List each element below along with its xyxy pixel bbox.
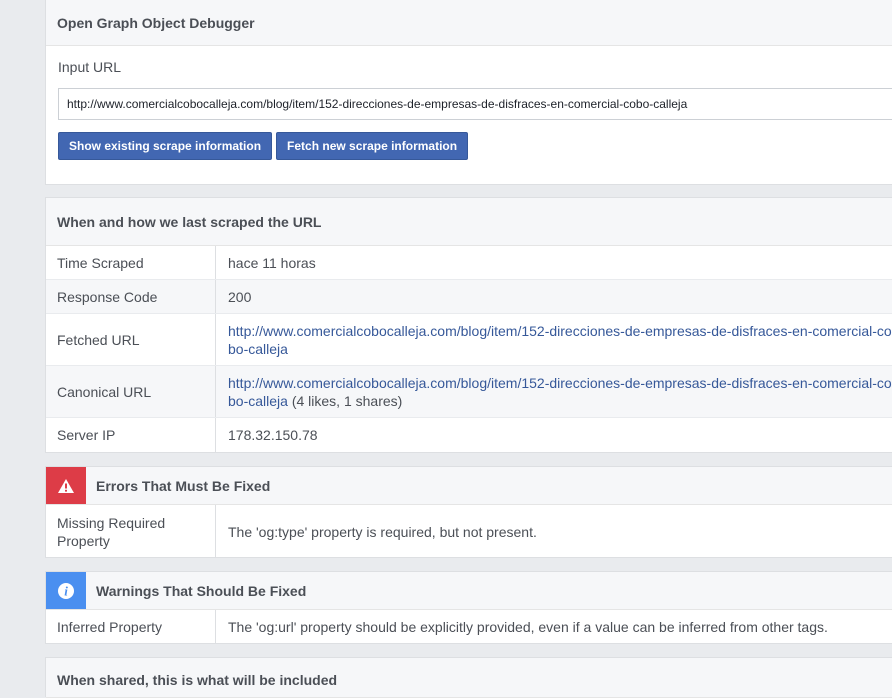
row-value: hace 11 horas xyxy=(228,254,316,271)
warnings-header: i Warnings That Should Be Fixed xyxy=(46,572,892,610)
row-label: Canonical URL xyxy=(46,366,216,417)
button-row: Show existing scrape information Fetch n… xyxy=(58,132,892,160)
svg-text:i: i xyxy=(64,583,68,598)
row-label: Fetched URL xyxy=(46,314,216,365)
main-column: Open Graph Object Debugger Input URL Sho… xyxy=(45,0,892,698)
row-value: The 'og:url' property should be explicit… xyxy=(228,619,828,635)
fetch-new-scrape-button[interactable]: Fetch new scrape information xyxy=(276,132,469,160)
row-label: Response Code xyxy=(46,280,216,313)
input-url-label: Input URL xyxy=(58,59,122,75)
row-value: http://www.comercialcobocalleja.com/blog… xyxy=(216,366,892,417)
shared-preview-title: When shared, this is what will be includ… xyxy=(46,658,892,698)
canonical-url-stats: (4 likes, 1 shares) xyxy=(287,392,403,409)
errors-title: Errors That Must Be Fixed xyxy=(96,477,271,494)
table-row-fetched-url: Fetched URL http://www.comercialcobocall… xyxy=(46,314,892,366)
table-row-canonical-url: Canonical URL http://www.comercialcoboca… xyxy=(46,366,892,418)
row-value: 178.32.150.78 xyxy=(228,427,318,443)
scrape-info-panel: When and how we last scraped the URL Tim… xyxy=(45,197,892,453)
debugger-panel: Open Graph Object Debugger Input URL Sho… xyxy=(45,0,892,185)
table-row-missing-property: Missing Required Property The 'og:type' … xyxy=(46,505,892,558)
table-row-response-code: Response Code 200 xyxy=(46,280,892,314)
row-label: Server IP xyxy=(46,418,216,452)
row-label: Missing Required Property xyxy=(46,505,216,558)
row-label: Inferred Property xyxy=(46,610,216,644)
info-icon: i xyxy=(46,572,86,609)
scrape-info-title: When and how we last scraped the URL xyxy=(46,198,892,246)
url-input[interactable] xyxy=(58,88,892,120)
table-row-time-scraped: Time Scraped hace 11 horas xyxy=(46,246,892,280)
fetched-url-link[interactable]: http://www.comercialcobocalleja.com/blog… xyxy=(228,323,892,357)
warning-triangle-icon xyxy=(46,467,86,504)
row-value: The 'og:type' property is required, but … xyxy=(228,523,537,540)
warnings-title: Warnings That Should Be Fixed xyxy=(96,582,307,599)
show-existing-scrape-button[interactable]: Show existing scrape information xyxy=(58,132,273,160)
debugger-title: Open Graph Object Debugger xyxy=(46,0,892,46)
table-row-server-ip: Server IP 178.32.150.78 xyxy=(46,418,892,452)
row-label: Time Scraped xyxy=(46,246,216,279)
shared-preview-panel: When shared, this is what will be includ… xyxy=(45,657,892,698)
row-value: http://www.comercialcobocalleja.com/blog… xyxy=(216,314,892,365)
errors-header: Errors That Must Be Fixed xyxy=(46,467,892,505)
warnings-panel: i Warnings That Should Be Fixed Inferred… xyxy=(45,571,892,644)
table-row-inferred-property: Inferred Property The 'og:url' property … xyxy=(46,610,892,644)
errors-panel: Errors That Must Be Fixed Missing Requir… xyxy=(45,466,892,558)
row-value: 200 xyxy=(228,288,252,305)
